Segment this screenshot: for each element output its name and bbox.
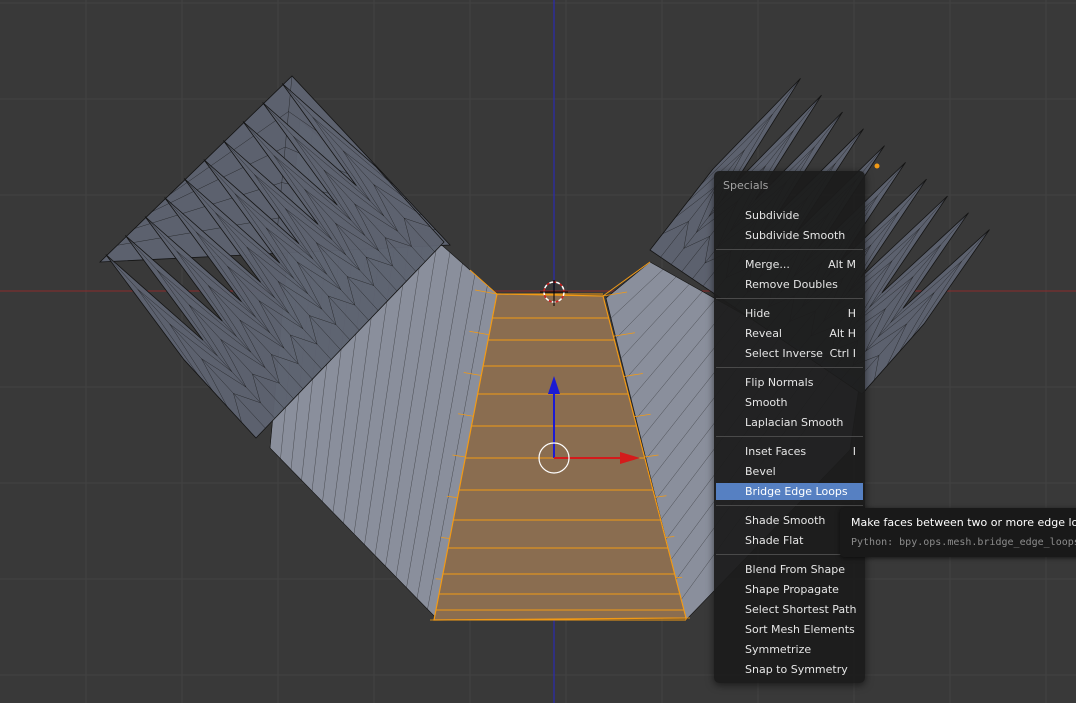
menu-item-label: Shade Smooth [745,514,826,527]
menu-item-subdivide[interactable]: Subdivide [716,207,863,224]
menu-item-label: Shade Flat [745,534,804,547]
menu-item-snap-to-symmetry[interactable]: Snap to Symmetry [716,661,863,678]
menu-item-laplacian-smooth[interactable]: Laplacian Smooth [716,414,863,431]
menu-item-label: Smooth [745,396,788,409]
menu-item-label: Bevel [745,465,776,478]
menu-item-label: Blend From Shape [745,563,846,576]
menu-item-shortcut: Ctrl I [829,347,856,360]
menu-item-label: Inset Faces [745,445,807,458]
menu-separator [716,505,863,506]
menu-item-select-inverse[interactable]: Select Inverse Ctrl I [716,345,863,362]
menu-item-bridge-edge-loops[interactable]: Bridge Edge Loops [716,483,863,500]
menu-item-label: Select Shortest Path [745,603,857,616]
menu-item-label: Bridge Edge Loops [745,485,848,498]
menu-separator [716,249,863,250]
menu-item-shortcut: Alt M [828,258,856,271]
menu-item-reveal[interactable]: Reveal Alt H [716,325,863,342]
menu-item-label: Remove Doubles [745,278,838,291]
menu-item-label: Subdivide Smooth [745,229,846,242]
menu-item-label: Shape Propagate [745,583,839,596]
specials-menu: Specials Subdivide Subdivide Smooth Merge.… [714,171,865,683]
selected-edge [435,578,442,580]
menu-item-hide[interactable]: Hide H [716,305,863,322]
menu-item-label: Select Inverse [745,347,823,360]
menu-item-label: Flip Normals [745,376,814,389]
menu-item-inset-faces[interactable]: Inset Faces I [716,443,863,460]
menu-separator [716,298,863,299]
menu-item-label: Reveal [745,327,782,340]
menu-item-label: Laplacian Smooth [745,416,844,429]
menu-separator [716,367,863,368]
tooltip-title: Make faces between two or more edge loop… [851,516,1076,529]
menu-item-label: Sort Mesh Elements [745,623,855,636]
menu-item-flip-normals[interactable]: Flip Normals [716,374,863,391]
menu-item-shortcut: H [847,307,856,320]
menu-separator [716,436,863,437]
active-vertex [874,163,880,169]
menu-item-label: Subdivide [745,209,800,222]
menu-item-merge[interactable]: Merge... Alt M [716,256,863,273]
menu-item-remove-doubles[interactable]: Remove Doubles [716,276,863,293]
menu-item-label: Symmetrize [745,643,812,656]
menu-item-shortcut: I [852,445,856,458]
menu-item-label: Merge... [745,258,790,271]
tooltip: Make faces between two or more edge loop… [840,508,1076,557]
menu-item-shape-propagate[interactable]: Shape Propagate [716,581,863,598]
3d-viewport[interactable] [0,0,1076,703]
menu-item-select-shortest-path[interactable]: Select Shortest Path [716,601,863,618]
selected-edge [675,576,683,579]
menu-item-label: Hide [745,307,771,320]
mesh-scene[interactable] [0,0,1076,703]
tooltip-python: Python: bpy.ops.mesh.bridge_edge_loops() [851,537,1076,548]
menu-item-subdivide-smooth[interactable]: Subdivide Smooth [716,227,863,244]
menu-item-sort-mesh-elements[interactable]: Sort Mesh Elements [716,621,863,638]
menu-item-label: Snap to Symmetry [745,663,848,676]
menu-item-shortcut: Alt H [829,327,856,340]
menu-item-symmetrize[interactable]: Symmetrize [716,641,863,658]
menu-item-smooth[interactable]: Smooth [716,394,863,411]
menu-item-blend-from-shape[interactable]: Blend From Shape [716,561,863,578]
menu-item-bevel[interactable]: Bevel [716,463,863,480]
